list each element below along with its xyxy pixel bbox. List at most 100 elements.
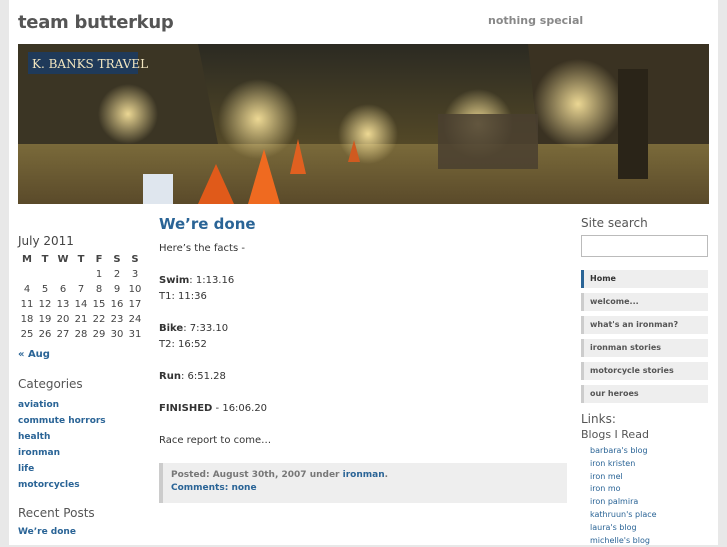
blogroll-link[interactable]: iron mo [590,483,657,496]
calendar-day [36,267,54,282]
header-banner-image: K. BANKS TRAVEL [18,44,709,204]
calendar-day: 11 [20,299,34,310]
post-comments-link[interactable]: Comments: none [171,482,559,495]
post-title[interactable]: We’re done [159,215,256,233]
finished-value: - 16:06.20 [212,403,268,414]
post-meta-dot: . [384,470,389,480]
blogroll-link[interactable]: iron kristen [590,458,657,471]
t2-line: T2: 16:52 [159,339,207,350]
category-link[interactable]: life [18,461,106,477]
page-nav-item[interactable]: our heroes [581,385,708,403]
category-link[interactable]: aviation [18,397,106,413]
calendar-week: 4 5 6 7 8 9 10 [18,282,144,297]
calendar-title: July 2011 [18,234,74,248]
site-tagline: nothing special [488,14,584,27]
calendar-weekday: T [77,254,85,265]
calendar-day: 10 [128,284,142,295]
blogs-heading: Blogs I Read [581,428,649,441]
swim-label: Swim [159,275,190,286]
calendar-day [72,267,90,282]
recent-post-link[interactable]: We’re done [18,525,95,539]
post-closing: Race report to come… [159,435,272,446]
finished-label: FINISHED [159,403,213,414]
calendar-day: 21 [74,314,88,325]
calendar-weekday: F [95,254,103,265]
page-nav-item[interactable]: welcome... [581,293,708,311]
calendar-day: 31 [128,329,142,340]
blogroll-link[interactable]: laura's blog [590,522,657,535]
calendar-day: 15 [92,299,106,310]
calendar-day: 24 [128,314,142,325]
blogroll-link[interactable]: iron mel [590,471,657,484]
blogroll-link[interactable]: kathruun's place [590,509,657,522]
blogroll-list: barbara's blog iron kristen iron mel iron m… [590,445,657,547]
calendar-day: 16 [110,299,124,310]
recent-posts-heading: Recent Posts [18,506,95,520]
calendar-day: 19 [38,314,52,325]
calendar-day: 3 [131,269,139,280]
categories-list: aviation commute horrors health ironman life… [18,397,106,493]
calendar-day: 22 [92,314,106,325]
swim-value: : 1:13.16 [189,275,235,286]
t1-line: T1: 11:36 [159,291,207,302]
calendar-day [18,267,36,282]
page-nav-item[interactable]: motorcycle stories [581,362,708,380]
run-line: Run: 6:51.28 [159,369,559,385]
search-input[interactable] [581,235,708,257]
calendar-day: 14 [74,299,88,310]
run-label: Run [159,371,181,382]
calendar-day: 8 [95,284,103,295]
category-link[interactable]: motorcycles [18,477,106,493]
calendar-day [54,267,72,282]
categories-widget: Categories aviation commute horrors health… [18,377,106,493]
post-category-link[interactable]: ironman [343,470,385,480]
post-meta-posted: Posted: August 30th, 2007 under [171,470,343,480]
pages-nav: Home welcome... what's an ironman? ironman … [581,270,708,408]
post-body: Here’s the facts - Swim: 1:13.16 T1: 11:… [159,241,559,449]
calendar-day: 17 [128,299,142,310]
calendar-day: 26 [38,329,52,340]
finished-line: FINISHED - 16:06.20 [159,401,559,417]
category-link[interactable]: commute horrors [18,413,106,429]
site-title[interactable]: team butterkup [18,12,174,33]
swim-line: Swim: 1:13.16 [159,273,559,289]
calendar-widget: July 2011 MTWTFSS 1 2 3 4 5 6 7 8 9 10 11 12 13 14 15 1… [18,234,144,361]
post-intro: Here’s the facts - [159,243,245,254]
calendar-day: 7 [77,284,85,295]
category-link[interactable]: health [18,429,106,445]
bike-label: Bike [159,323,184,334]
search-heading: Site search [581,216,648,230]
calendar-day: 18 [20,314,34,325]
calendar-day: 1 [95,269,103,280]
bike-value: : 7:33.10 [183,323,229,334]
blogroll-link[interactable]: michelle's blog [590,535,657,547]
categories-heading: Categories [18,377,83,391]
calendar-day: 6 [59,284,67,295]
calendar-day: 9 [113,284,121,295]
run-value: : 6:51.28 [180,371,226,382]
calendar-week: 25 26 27 28 29 30 31 [18,327,144,342]
calendar-day: 2 [113,269,121,280]
category-link[interactable]: ironman [18,445,106,461]
calendar-day: 29 [92,329,106,340]
blogroll-link[interactable]: iron palmira [590,496,657,509]
blogroll-link[interactable]: barbara's blog [590,445,657,458]
calendar-day: 12 [38,299,52,310]
calendar-weekday: S [131,254,139,265]
bike-line: Bike: 7:33.10 [159,321,559,337]
page-nav-item[interactable]: Home [581,270,708,288]
calendar-prev-link[interactable]: « Aug [18,349,50,360]
calendar-day: 30 [110,329,124,340]
calendar-weekday: W [57,254,69,265]
banner-sign-text: K. BANKS TRAVEL [32,57,148,71]
calendar-day: 4 [23,284,31,295]
calendar-weekday: M [22,254,32,265]
calendar-day: 13 [56,299,70,310]
page-nav-item[interactable]: what's an ironman? [581,316,708,334]
links-heading: Links: [581,412,616,426]
calendar-day: 25 [20,329,34,340]
calendar-weekday: T [41,254,49,265]
calendar-day: 28 [74,329,88,340]
page-nav-item[interactable]: ironman stories [581,339,708,357]
calendar-week: 11 12 13 14 15 16 17 [18,297,144,312]
